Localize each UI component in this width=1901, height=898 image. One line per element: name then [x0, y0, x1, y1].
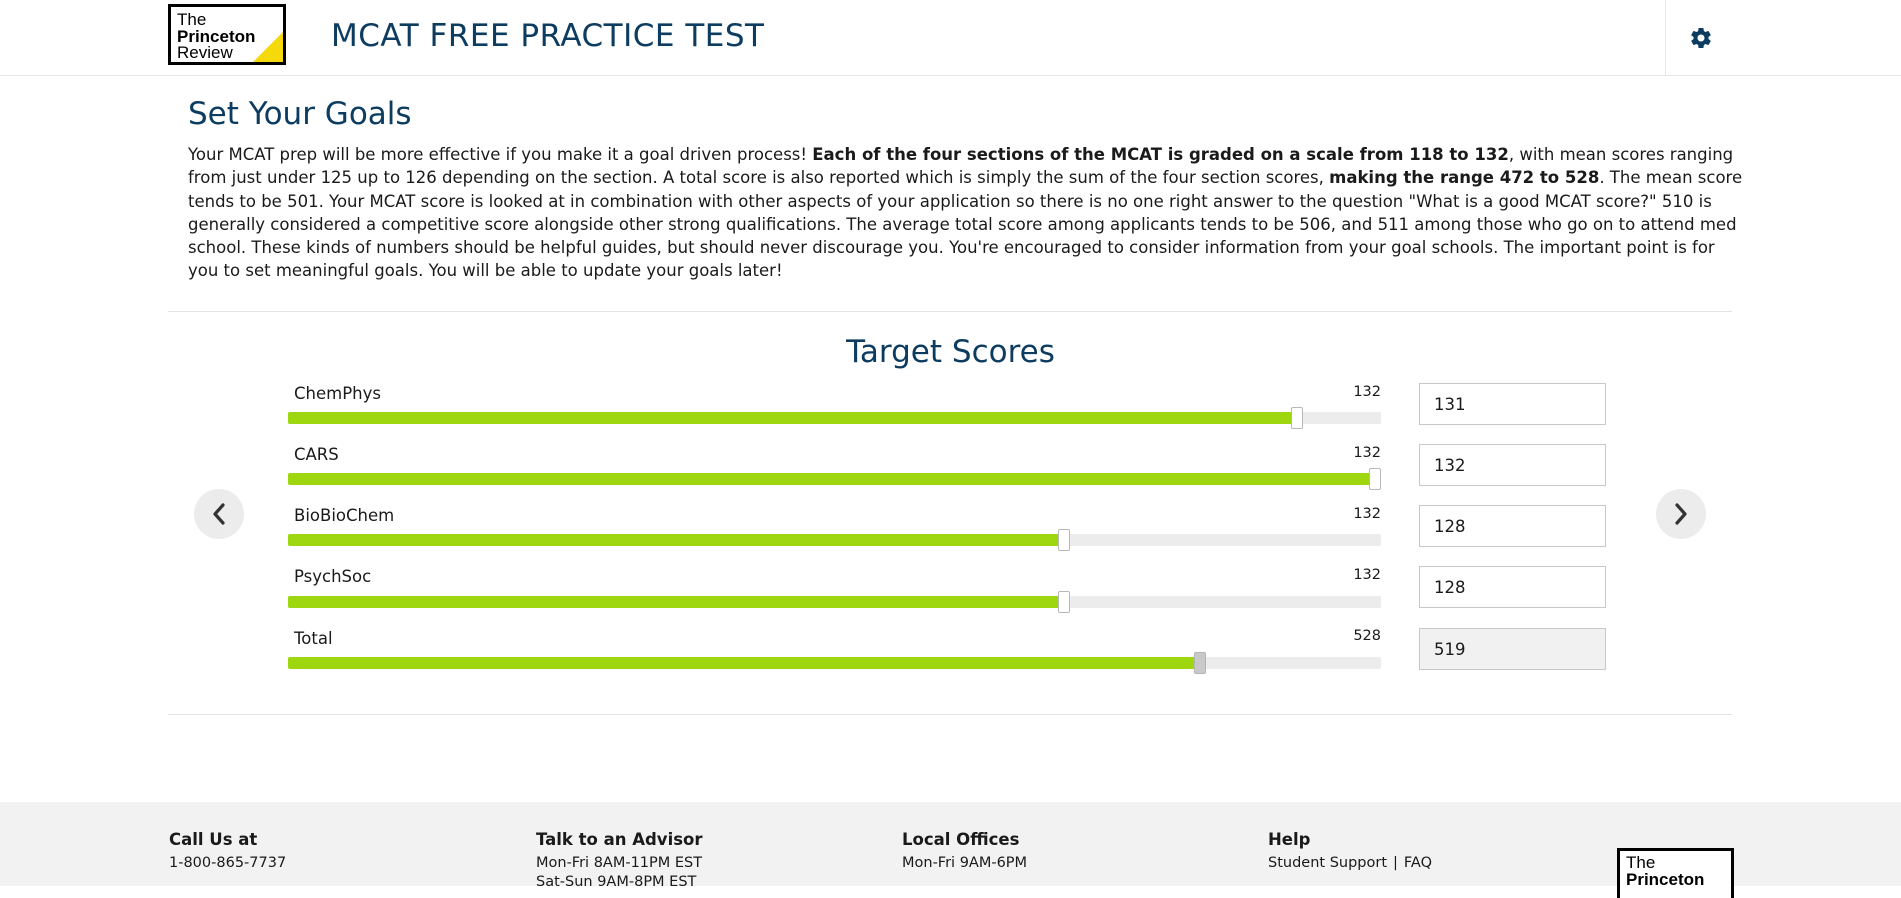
footer-call-title: Call Us at [169, 830, 258, 849]
intro-text-1: Your MCAT prep will be more effective if… [188, 145, 813, 164]
total-slider-fill [288, 657, 1201, 669]
intro-paragraph: Your MCAT prep will be more effective if… [188, 143, 1748, 283]
biobiochem-label: BioBioChem [294, 506, 395, 525]
psychsoc-slider-handle[interactable] [1058, 591, 1071, 613]
settings-button[interactable] [1665, 0, 1736, 75]
target-scores-title: Target Scores [846, 334, 1055, 370]
cars-slider-fill [288, 473, 1375, 485]
footer-call-column: Call Us at 1-800-865-7737 [169, 830, 286, 873]
gear-icon [1691, 27, 1711, 48]
biobiochem-max: 132 [1353, 506, 1381, 522]
logo-line-1: The [177, 10, 207, 29]
psychsoc-slider-fill [288, 596, 1065, 608]
footer-offices-title: Local Offices [902, 830, 1020, 849]
chemphys-max: 132 [1353, 384, 1381, 400]
footer-offices-hours: Mon-Fri 9AM-6PM [902, 855, 1028, 871]
footer-logo-line-1: The [1626, 853, 1656, 872]
chevron-left-icon [213, 503, 225, 525]
footer-advisor-title: Talk to an Advisor [536, 830, 703, 849]
logo-yellow-corner [253, 32, 283, 62]
total-slider-handle [1194, 652, 1207, 674]
footer-advisor-column: Talk to an Advisor Mon-Fri 8AM-11PM EST … [536, 830, 703, 892]
cars-label: CARS [294, 445, 339, 464]
psychsoc-max: 132 [1353, 567, 1381, 583]
princeton-review-logo[interactable]: The Princeton Review [168, 4, 286, 65]
section-divider-bottom [168, 714, 1732, 715]
footer-advisor-hours-weekday: Mon-Fri 8AM-11PM EST [536, 855, 703, 871]
chemphys-slider[interactable] [288, 407, 1381, 429]
intro-bold-1: Each of the four sections of the MCAT is… [812, 145, 1509, 164]
cars-max: 132 [1353, 445, 1381, 461]
cars-slider[interactable] [288, 468, 1381, 490]
footer-princeton-review-logo[interactable]: The Princeton [1617, 848, 1734, 898]
footer-advisor-hours-weekend: Sat-Sun 9AM-8PM EST [536, 874, 697, 890]
next-button[interactable] [1656, 489, 1706, 539]
total-slider [288, 652, 1381, 674]
biobiochem-slider-fill [288, 534, 1065, 546]
total-label: Total [294, 629, 333, 648]
cars-slider-handle[interactable] [1368, 468, 1381, 490]
chemphys-slider-fill [288, 412, 1298, 424]
psychsoc-score-input[interactable] [1419, 566, 1606, 608]
total-max: 528 [1353, 628, 1381, 644]
psychsoc-label: PsychSoc [294, 567, 372, 586]
biobiochem-slider[interactable] [288, 529, 1381, 551]
site-footer: Call Us at 1-800-865-7737 Talk to an Adv… [0, 802, 1901, 890]
student-support-link[interactable]: Student Support [1268, 855, 1387, 871]
footer-help-column: Help Student Support | FAQ [1268, 830, 1432, 873]
footer-offices-column: Local Offices Mon-Fri 9AM-6PM [902, 830, 1027, 873]
footer-logo-line-2: Princeton [1626, 870, 1705, 889]
footer-phone-link[interactable]: 1-800-865-7737 [169, 854, 286, 873]
biobiochem-score-input[interactable] [1419, 505, 1606, 547]
footer-advisor-hours: Mon-Fri 8AM-11PM EST Sat-Sun 9AM-8PM EST [536, 854, 703, 892]
footer-help-separator: | [1393, 855, 1398, 871]
footer-help-title: Help [1268, 830, 1311, 849]
biobiochem-slider-handle[interactable] [1058, 529, 1071, 551]
intro-bold-2: making the range 472 to 528 [1329, 168, 1600, 188]
chemphys-slider-handle[interactable] [1291, 407, 1304, 429]
cars-score-input[interactable] [1419, 444, 1606, 486]
chemphys-label: ChemPhys [294, 384, 381, 403]
faq-link[interactable]: FAQ [1404, 855, 1432, 871]
chemphys-score-input[interactable] [1419, 383, 1606, 425]
app-title: MCAT FREE PRACTICE TEST [331, 18, 765, 54]
total-score-input [1419, 628, 1606, 670]
previous-button[interactable] [194, 489, 244, 539]
chevron-right-icon [1675, 503, 1687, 525]
psychsoc-slider[interactable] [288, 591, 1381, 613]
page-heading: Set Your Goals [188, 96, 412, 132]
section-divider-top [168, 311, 1732, 312]
footer-help-links: Student Support | FAQ [1268, 854, 1432, 873]
top-header: The Princeton Review MCAT FREE PRACTICE … [0, 0, 1901, 76]
logo-line-3: Review [177, 43, 233, 62]
